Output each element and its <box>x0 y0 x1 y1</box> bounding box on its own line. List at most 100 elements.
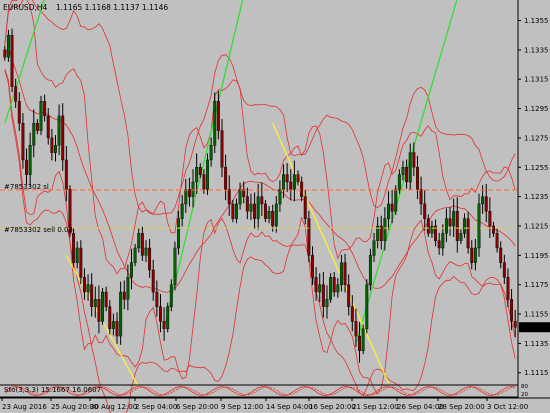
candle-body <box>202 174 206 190</box>
price-tick-label: 1.1135 <box>524 340 549 348</box>
candle-body <box>198 167 202 175</box>
candle-body <box>502 262 506 278</box>
candle-body <box>122 291 126 300</box>
candle-body <box>260 196 264 205</box>
candle-body <box>339 262 343 285</box>
candle-body <box>169 284 173 307</box>
sell-order-label: #7853302 sell 0.03 <box>4 226 73 234</box>
candle-body <box>332 277 336 293</box>
candle-body <box>430 225 434 234</box>
candle-body <box>206 159 209 190</box>
price-tick-label: 1.1315 <box>524 76 549 84</box>
candle-body <box>495 233 499 249</box>
price-tick-label: 1.1275 <box>524 134 549 142</box>
candle-body <box>28 145 32 175</box>
candle-body <box>343 262 347 285</box>
time-tick-label: 3 Oct 12:00 <box>487 403 528 411</box>
candle-body <box>372 240 376 256</box>
price-tick-label: 1.1215 <box>524 222 549 230</box>
candle-body <box>361 328 365 351</box>
candle-body <box>492 225 495 234</box>
oscillator-level-label: 80 <box>521 384 528 390</box>
candle-body <box>137 233 141 249</box>
candle-body <box>358 335 362 351</box>
candle-body <box>484 196 488 212</box>
candle-body <box>256 196 260 219</box>
current-price-label: 1.1146 <box>522 324 547 332</box>
candle-body <box>191 181 195 197</box>
candle-body <box>321 284 325 307</box>
candle-body <box>238 189 242 205</box>
candle-body <box>466 218 470 249</box>
candle-body <box>314 277 318 293</box>
chart-window[interactable]: 1.1355 1.1335 1.1315 1.1295 1.1275 1.1255 1.12… <box>0 0 550 413</box>
candle-body <box>365 284 369 329</box>
candle-body <box>158 306 162 322</box>
candle-body <box>271 211 275 227</box>
ohlc-label: 1.1165 1.1168 1.1137 1.1146 <box>56 3 168 12</box>
candle-body <box>408 152 412 183</box>
candle-body <box>64 159 68 190</box>
candle-body <box>25 159 28 175</box>
candle-body <box>130 262 133 278</box>
oscillator-label: Sto(3,3,3) 15.1667 16.0607 <box>4 386 101 394</box>
candle-body <box>274 203 278 227</box>
candle-body <box>253 203 257 219</box>
candle-body <box>151 269 155 293</box>
candle-body <box>463 218 466 234</box>
price-tick-label: 1.1335 <box>524 46 549 54</box>
candle-body <box>325 299 329 307</box>
candle-body <box>289 181 293 190</box>
candle-body <box>285 174 289 183</box>
candle-body <box>195 167 199 183</box>
candle-body <box>46 115 50 139</box>
candle-body <box>10 35 14 87</box>
candle-body <box>350 306 354 322</box>
candle-body <box>140 233 144 256</box>
candle-body <box>311 255 314 278</box>
time-tick-label: 16 Sep 20:00 <box>309 403 356 411</box>
candle-body <box>390 203 394 212</box>
candle-body <box>383 218 387 241</box>
candle-body <box>419 189 423 205</box>
candle-body <box>278 189 282 205</box>
candle-body <box>444 218 448 234</box>
time-tick-label: 14 Sep 04:00 <box>266 403 313 411</box>
candle-body <box>75 247 79 263</box>
candle-body <box>97 299 101 322</box>
candle-body <box>245 196 249 212</box>
candle-body <box>303 196 307 219</box>
candle-body <box>224 167 228 190</box>
price-chart[interactable]: 1.1355 1.1335 1.1315 1.1295 1.1275 1.1255 1.12… <box>0 0 550 413</box>
candle-body <box>473 247 477 263</box>
candle-body <box>282 174 285 190</box>
time-tick-label: 9 Sep 12:00 <box>221 403 263 411</box>
time-tick-label: 2 Sep 04:00 <box>135 403 177 411</box>
price-tick-label: 1.1175 <box>524 281 549 289</box>
candle-body <box>213 101 217 146</box>
price-tick-label: 1.1295 <box>524 105 549 113</box>
price-tick-label: 1.1255 <box>524 164 549 172</box>
candle-body <box>300 181 304 197</box>
candle-body <box>455 211 459 241</box>
candle-body <box>263 203 267 219</box>
price-tick-label: 1.1235 <box>524 193 549 201</box>
candle-body <box>72 233 76 263</box>
candle-body <box>423 203 427 219</box>
candle-body <box>488 211 492 227</box>
candle-body <box>50 137 54 153</box>
time-tick-label: 21 Sep 12:00 <box>352 403 399 411</box>
candle-body <box>336 284 340 293</box>
candle-body <box>452 211 456 227</box>
candle-body <box>173 247 177 285</box>
candle-body <box>180 203 184 219</box>
candle-body <box>14 86 18 102</box>
candle-body <box>401 167 405 175</box>
candle-body <box>57 115 61 146</box>
candle-body <box>144 247 148 256</box>
sl-order-label: #7853302 sl <box>4 183 49 191</box>
candle-body <box>368 255 372 285</box>
candle-body <box>426 218 430 234</box>
candle-body <box>329 277 333 300</box>
candle-body <box>296 174 300 183</box>
